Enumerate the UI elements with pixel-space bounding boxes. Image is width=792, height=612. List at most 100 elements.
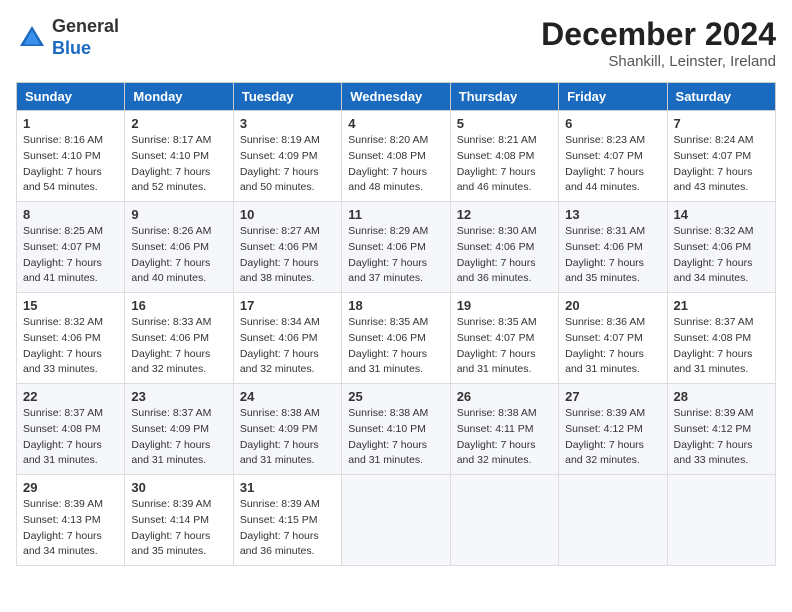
sunrise-label: Sunrise: 8:19 AM <box>240 134 320 146</box>
day-number: 30 <box>131 480 226 495</box>
logo-text: General Blue <box>52 16 119 59</box>
daylight-minutes: and 32 minutes. <box>565 454 640 466</box>
sunset-label: Sunset: 4:08 PM <box>457 150 535 162</box>
calendar-cell: 19 Sunrise: 8:35 AM Sunset: 4:07 PM Dayl… <box>450 293 558 384</box>
sunrise-label: Sunrise: 8:24 AM <box>674 134 754 146</box>
daylight-label: Daylight: 7 hours <box>457 439 536 451</box>
daylight-minutes: and 35 minutes. <box>565 272 640 284</box>
sunrise-label: Sunrise: 8:17 AM <box>131 134 211 146</box>
calendar-cell: 16 Sunrise: 8:33 AM Sunset: 4:06 PM Dayl… <box>125 293 233 384</box>
sunrise-label: Sunrise: 8:26 AM <box>131 225 211 237</box>
calendar-week-2: 8 Sunrise: 8:25 AM Sunset: 4:07 PM Dayli… <box>17 202 776 293</box>
sunrise-label: Sunrise: 8:27 AM <box>240 225 320 237</box>
daylight-label: Daylight: 7 hours <box>240 530 319 542</box>
day-number: 29 <box>23 480 118 495</box>
daylight-minutes: and 31 minutes. <box>131 454 206 466</box>
daylight-label: Daylight: 7 hours <box>23 439 102 451</box>
logo: General Blue <box>16 16 119 59</box>
sunset-label: Sunset: 4:06 PM <box>565 241 643 253</box>
day-info: Sunrise: 8:32 AM Sunset: 4:06 PM Dayligh… <box>23 315 118 378</box>
day-info: Sunrise: 8:29 AM Sunset: 4:06 PM Dayligh… <box>348 224 443 287</box>
day-info: Sunrise: 8:31 AM Sunset: 4:06 PM Dayligh… <box>565 224 660 287</box>
sunrise-label: Sunrise: 8:35 AM <box>348 316 428 328</box>
day-info: Sunrise: 8:33 AM Sunset: 4:06 PM Dayligh… <box>131 315 226 378</box>
daylight-label: Daylight: 7 hours <box>240 166 319 178</box>
daylight-label: Daylight: 7 hours <box>348 348 427 360</box>
title-block: December 2024 Shankill, Leinster, Irelan… <box>541 16 776 70</box>
sunset-label: Sunset: 4:08 PM <box>348 150 426 162</box>
calendar-cell: 11 Sunrise: 8:29 AM Sunset: 4:06 PM Dayl… <box>342 202 450 293</box>
day-info: Sunrise: 8:24 AM Sunset: 4:07 PM Dayligh… <box>674 133 769 196</box>
col-thursday: Thursday <box>450 83 558 111</box>
day-info: Sunrise: 8:39 AM Sunset: 4:13 PM Dayligh… <box>23 497 118 560</box>
calendar-cell: 9 Sunrise: 8:26 AM Sunset: 4:06 PM Dayli… <box>125 202 233 293</box>
daylight-minutes: and 34 minutes. <box>674 272 749 284</box>
calendar-cell <box>667 475 775 566</box>
daylight-label: Daylight: 7 hours <box>23 348 102 360</box>
sunrise-label: Sunrise: 8:36 AM <box>565 316 645 328</box>
day-info: Sunrise: 8:37 AM Sunset: 4:08 PM Dayligh… <box>674 315 769 378</box>
day-number: 3 <box>240 116 335 131</box>
month-title: December 2024 <box>541 16 776 53</box>
calendar-cell: 25 Sunrise: 8:38 AM Sunset: 4:10 PM Dayl… <box>342 384 450 475</box>
location: Shankill, Leinster, Ireland <box>541 53 776 70</box>
day-info: Sunrise: 8:39 AM Sunset: 4:12 PM Dayligh… <box>565 406 660 469</box>
daylight-minutes: and 50 minutes. <box>240 181 315 193</box>
day-number: 22 <box>23 389 118 404</box>
day-number: 15 <box>23 298 118 313</box>
day-number: 23 <box>131 389 226 404</box>
calendar-cell: 30 Sunrise: 8:39 AM Sunset: 4:14 PM Dayl… <box>125 475 233 566</box>
sunset-label: Sunset: 4:11 PM <box>457 423 534 435</box>
sunrise-label: Sunrise: 8:37 AM <box>23 407 103 419</box>
sunrise-label: Sunrise: 8:38 AM <box>240 407 320 419</box>
sunrise-label: Sunrise: 8:37 AM <box>674 316 754 328</box>
day-info: Sunrise: 8:25 AM Sunset: 4:07 PM Dayligh… <box>23 224 118 287</box>
calendar-table: Sunday Monday Tuesday Wednesday Thursday… <box>16 82 776 566</box>
sunrise-label: Sunrise: 8:30 AM <box>457 225 537 237</box>
daylight-label: Daylight: 7 hours <box>565 439 644 451</box>
daylight-minutes: and 40 minutes. <box>131 272 206 284</box>
sunset-label: Sunset: 4:09 PM <box>240 150 318 162</box>
calendar-cell: 31 Sunrise: 8:39 AM Sunset: 4:15 PM Dayl… <box>233 475 341 566</box>
daylight-label: Daylight: 7 hours <box>348 439 427 451</box>
daylight-label: Daylight: 7 hours <box>23 530 102 542</box>
daylight-minutes: and 52 minutes. <box>131 181 206 193</box>
sunrise-label: Sunrise: 8:39 AM <box>565 407 645 419</box>
day-info: Sunrise: 8:30 AM Sunset: 4:06 PM Dayligh… <box>457 224 552 287</box>
day-number: 7 <box>674 116 769 131</box>
calendar-cell: 22 Sunrise: 8:37 AM Sunset: 4:08 PM Dayl… <box>17 384 125 475</box>
calendar-cell: 6 Sunrise: 8:23 AM Sunset: 4:07 PM Dayli… <box>559 111 667 202</box>
daylight-label: Daylight: 7 hours <box>457 257 536 269</box>
calendar-cell: 17 Sunrise: 8:34 AM Sunset: 4:06 PM Dayl… <box>233 293 341 384</box>
calendar-cell <box>559 475 667 566</box>
sunrise-label: Sunrise: 8:21 AM <box>457 134 537 146</box>
daylight-minutes: and 31 minutes. <box>348 454 423 466</box>
day-number: 18 <box>348 298 443 313</box>
calendar-cell: 10 Sunrise: 8:27 AM Sunset: 4:06 PM Dayl… <box>233 202 341 293</box>
daylight-minutes: and 31 minutes. <box>348 363 423 375</box>
day-info: Sunrise: 8:32 AM Sunset: 4:06 PM Dayligh… <box>674 224 769 287</box>
sunset-label: Sunset: 4:10 PM <box>23 150 101 162</box>
sunset-label: Sunset: 4:09 PM <box>240 423 318 435</box>
sunrise-label: Sunrise: 8:38 AM <box>457 407 537 419</box>
daylight-minutes: and 33 minutes. <box>674 454 749 466</box>
daylight-label: Daylight: 7 hours <box>240 348 319 360</box>
daylight-label: Daylight: 7 hours <box>674 257 753 269</box>
day-number: 17 <box>240 298 335 313</box>
day-number: 9 <box>131 207 226 222</box>
sunset-label: Sunset: 4:08 PM <box>674 332 752 344</box>
day-info: Sunrise: 8:39 AM Sunset: 4:15 PM Dayligh… <box>240 497 335 560</box>
daylight-minutes: and 31 minutes. <box>23 454 98 466</box>
calendar-cell: 5 Sunrise: 8:21 AM Sunset: 4:08 PM Dayli… <box>450 111 558 202</box>
daylight-minutes: and 35 minutes. <box>131 545 206 557</box>
sunrise-label: Sunrise: 8:33 AM <box>131 316 211 328</box>
sunrise-label: Sunrise: 8:32 AM <box>674 225 754 237</box>
day-info: Sunrise: 8:37 AM Sunset: 4:08 PM Dayligh… <box>23 406 118 469</box>
day-number: 2 <box>131 116 226 131</box>
calendar-cell: 7 Sunrise: 8:24 AM Sunset: 4:07 PM Dayli… <box>667 111 775 202</box>
daylight-label: Daylight: 7 hours <box>23 166 102 178</box>
sunset-label: Sunset: 4:06 PM <box>348 241 426 253</box>
calendar-cell: 20 Sunrise: 8:36 AM Sunset: 4:07 PM Dayl… <box>559 293 667 384</box>
daylight-minutes: and 32 minutes. <box>457 454 532 466</box>
day-number: 27 <box>565 389 660 404</box>
